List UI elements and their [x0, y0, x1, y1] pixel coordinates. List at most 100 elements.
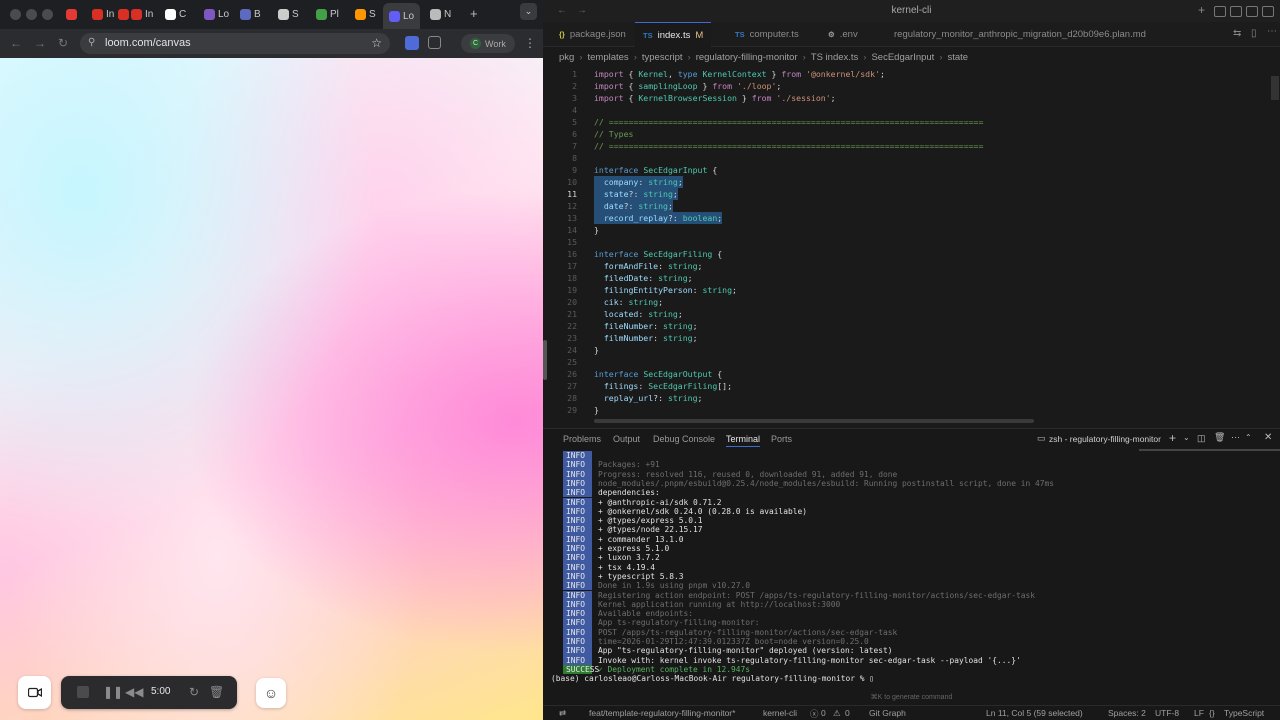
code-line[interactable]: 1 import { Kernel, type KernelContext } f… — [543, 68, 1280, 80]
code-line[interactable]: 13 record_replay?: boolean; — [543, 212, 1280, 224]
panel-tab[interactable]: Debug Console — [653, 434, 715, 444]
browser-tab[interactable]: Lo — [204, 5, 229, 23]
panel-tab[interactable]: Ports — [771, 434, 792, 444]
new-terminal-icon[interactable]: + — [1169, 431, 1176, 445]
browser-tab[interactable]: S — [355, 5, 376, 23]
recording-options-button[interactable]: ☺ — [256, 678, 286, 708]
forward-icon[interactable]: → — [34, 36, 46, 50]
close-window-icon[interactable] — [10, 9, 21, 20]
code-line[interactable]: 15 — [543, 236, 1280, 248]
editor-tab[interactable]: TS computer.ts — [735, 22, 799, 46]
code-line[interactable]: 11 state?: string; — [543, 188, 1280, 200]
terminal-prompt[interactable]: (base) carlosleao@Carloss-MacBook-Air re… — [551, 674, 874, 683]
site-info-icon[interactable]: ⚲ — [88, 37, 95, 48]
errors-icon[interactable]: ⓧ — [810, 708, 819, 720]
toggle-panel-icon[interactable] — [1230, 6, 1242, 17]
minimize-window-icon[interactable] — [26, 9, 37, 20]
code-line[interactable]: 20 cik: string; — [543, 296, 1280, 308]
code-line[interactable]: 22 fileNumber: string; — [543, 320, 1280, 332]
extension-icon[interactable] — [405, 36, 419, 50]
panel-tab[interactable]: Problems — [563, 434, 601, 444]
code-line[interactable]: 18 filedDate: string; — [543, 272, 1280, 284]
browser-tab[interactable]: In — [92, 5, 114, 23]
breadcrumb-item[interactable]: templates — [588, 52, 629, 63]
code-line[interactable]: 27 filings: SecEdgarFiling[]; — [543, 380, 1280, 392]
pause-icon[interactable]: ❚❚ — [103, 685, 123, 699]
warnings-count[interactable]: 0 — [845, 708, 850, 718]
breadcrumb-item[interactable]: regulatory-filling-monitor — [696, 52, 798, 63]
remote-icon[interactable]: ⇄ — [559, 708, 566, 719]
language-mode[interactable]: TypeScript — [1224, 708, 1264, 718]
browser-tab[interactable]: In — [131, 5, 153, 23]
code-line[interactable]: 8 — [543, 152, 1280, 164]
code-line[interactable]: 7 // ====================================… — [543, 140, 1280, 152]
vertical-scrollbar[interactable] — [1271, 76, 1279, 100]
breadcrumb-item[interactable]: TS index.ts — [811, 52, 859, 63]
browser-tab[interactable]: N — [430, 5, 451, 23]
project-name[interactable]: kernel-cli — [763, 708, 797, 718]
code-line[interactable]: 19 filingEntityPerson: string; — [543, 284, 1280, 296]
more-actions-icon[interactable]: ⋯ — [1267, 26, 1277, 37]
back-icon[interactable]: ← — [10, 36, 22, 50]
add-icon[interactable]: + — [1198, 3, 1205, 17]
browser-tab[interactable]: C — [165, 5, 186, 23]
git-graph-label[interactable]: Git Graph — [869, 708, 906, 718]
code-line[interactable]: 25 — [543, 356, 1280, 368]
tab-search-icon[interactable]: ⌄ — [520, 3, 537, 20]
branch-name[interactable]: feat/template-regulatory-filling-monitor… — [589, 708, 735, 718]
indentation[interactable]: Spaces: 2 — [1108, 708, 1146, 718]
code-line[interactable]: 10 company: string; — [543, 176, 1280, 188]
editor-tab[interactable]: ⚙ .env — [828, 22, 858, 46]
kill-terminal-icon[interactable]: 🗑 — [1214, 432, 1225, 443]
breadcrumb-item[interactable]: pkg — [559, 52, 574, 63]
bookmark-star-icon[interactable]: ☆ — [371, 36, 382, 50]
code-line[interactable]: 26 interface SecEdgarOutput { — [543, 368, 1280, 380]
end-of-line[interactable]: LF — [1194, 708, 1204, 718]
editor-layout-icon[interactable]: ▯ — [1251, 28, 1257, 39]
browser-tab[interactable]: B — [240, 5, 261, 23]
browser-tab[interactable]: Lo — [383, 3, 421, 29]
editor-tab[interactable]: TS index.ts M — [635, 22, 712, 47]
code-line[interactable]: 17 formAndFile: string; — [543, 260, 1280, 272]
breadcrumb-item[interactable]: state — [948, 52, 969, 63]
code-line[interactable]: 29} — [543, 404, 1280, 416]
code-line[interactable]: 28 replay_url?: string; — [543, 392, 1280, 404]
code-line[interactable]: 2 import { samplingLoop } from './loop'; — [543, 80, 1280, 92]
code-line[interactable]: 3 import { KernelBrowserSession } from '.… — [543, 92, 1280, 104]
split-divider[interactable] — [543, 340, 547, 380]
browser-menu-icon[interactable]: ⋮ — [524, 36, 536, 50]
panel-tab[interactable]: Output — [613, 434, 640, 444]
browser-tab[interactable] — [66, 5, 80, 23]
breadcrumb-item[interactable]: typescript — [642, 52, 683, 63]
maximize-panel-icon[interactable]: ⌃ — [1245, 433, 1252, 442]
address-bar[interactable]: ⚲ loom.com/canvas ☆ — [80, 33, 390, 54]
browser-tab[interactable]: S — [278, 5, 299, 23]
code-line[interactable]: 16 interface SecEdgarFiling { — [543, 248, 1280, 260]
split-editor-icon[interactable]: ⇆ — [1233, 28, 1241, 39]
panel-tab[interactable]: Terminal — [726, 434, 761, 447]
code-line[interactable]: 21 located: string; — [543, 308, 1280, 320]
panel-more-icon[interactable]: ⋯ — [1231, 432, 1240, 443]
toggle-secondary-sidebar-icon[interactable] — [1246, 6, 1258, 17]
terminal-shell-name[interactable]: zsh - regulatory-filling-monitor — [1049, 434, 1161, 444]
code-line[interactable]: 6 // Types — [543, 128, 1280, 140]
camera-toggle-button[interactable] — [18, 676, 51, 709]
rewind-icon[interactable]: ◀◀ — [125, 685, 143, 699]
customize-layout-icon[interactable] — [1262, 6, 1274, 17]
new-tab-icon[interactable]: + — [470, 6, 478, 21]
terminal-output[interactable]: INFO INFO Packages: +91 INFO Progress: resol… — [543, 451, 1280, 706]
delete-recording-icon[interactable]: 🗑 — [209, 685, 224, 699]
browser-tab[interactable]: Pl — [316, 5, 339, 23]
maximize-window-icon[interactable] — [42, 9, 53, 20]
reload-icon[interactable]: ↻ — [58, 36, 68, 50]
breadcrumb-item[interactable]: SecEdgarInput — [871, 52, 934, 63]
code-area[interactable]: 1 import { Kernel, type KernelContext } f… — [543, 68, 1280, 424]
split-terminal-icon[interactable]: ◫ — [1197, 433, 1206, 444]
code-line[interactable]: 9 interface SecEdgarInput { — [543, 164, 1280, 176]
code-line[interactable]: 12 date?: string; — [543, 200, 1280, 212]
profile-button[interactable]: C Work — [461, 34, 515, 53]
restart-icon[interactable]: ↻ — [189, 685, 199, 699]
code-line[interactable]: 4 — [543, 104, 1280, 116]
encoding[interactable]: UTF-8 — [1155, 708, 1179, 718]
editor-tab[interactable]: {} package.json — [559, 22, 626, 46]
